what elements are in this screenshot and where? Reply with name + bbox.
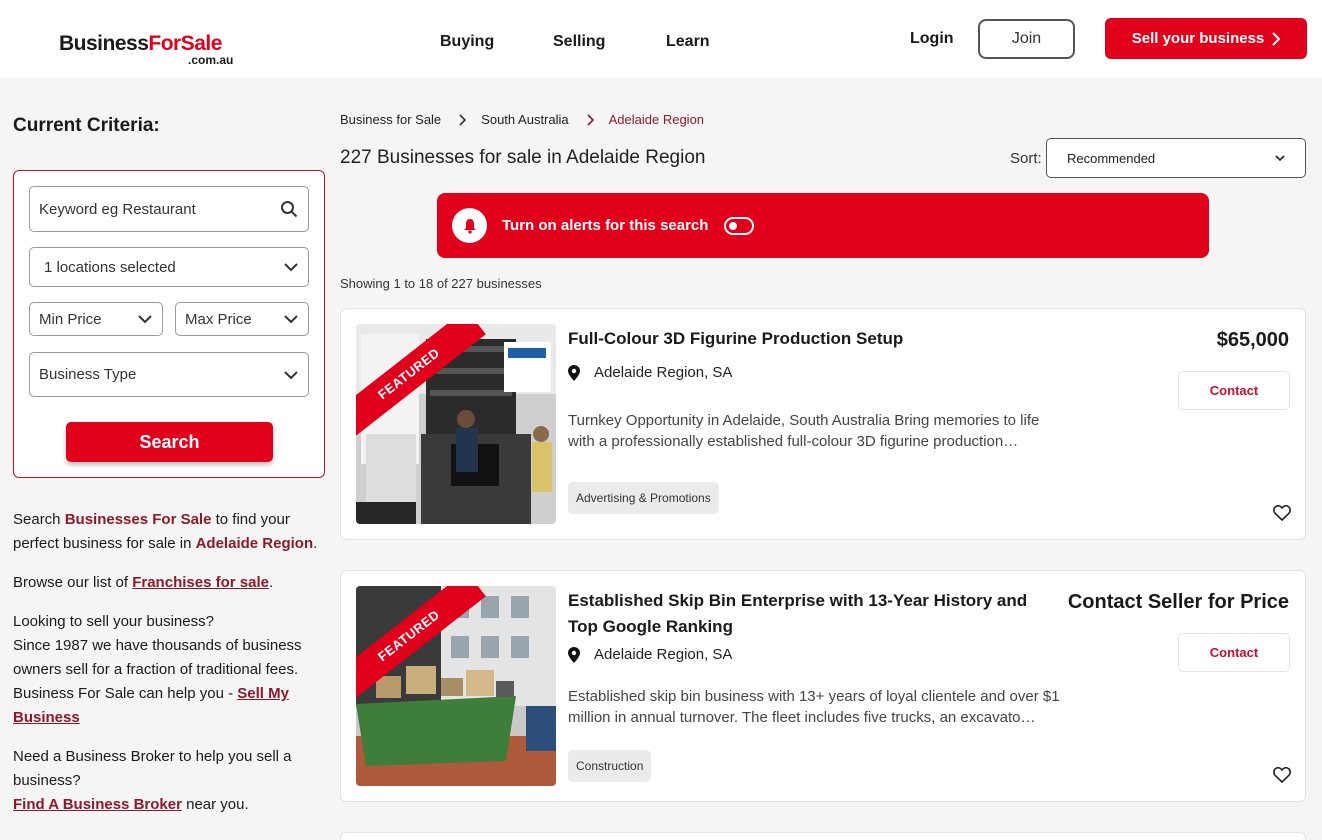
broker-question: Need a Business Broker to help you sell … <box>13 748 292 789</box>
keyword-input[interactable]: Keyword eg Restaurant <box>39 201 280 218</box>
sidebar-franchises: Browse our list of Franchises for sale. <box>13 571 325 595</box>
heart-icon[interactable] <box>1273 505 1291 521</box>
listing-location: Adelaide Region, SA <box>568 364 732 381</box>
sort-value: Recommended <box>1067 150 1156 166</box>
bell-icon <box>463 218 476 234</box>
location-select[interactable]: 1 locations selected <box>29 247 309 287</box>
breadcrumb-south-australia[interactable]: South Australia <box>481 112 568 127</box>
breadcrumb-business-for-sale[interactable]: Business for Sale <box>340 112 441 127</box>
search-button[interactable]: Search <box>66 422 273 462</box>
broker-text: near you. <box>181 796 249 813</box>
listing-card[interactable]: FEATURED Full-Colour 3D Figurine Product… <box>340 308 1306 540</box>
sort-label: Sort: <box>1010 150 1042 167</box>
nav-learn[interactable]: Learn <box>666 33 710 51</box>
sell-button-label: Sell your business <box>1131 30 1265 47</box>
find-broker-link[interactable]: Find A Business Broker <box>13 796 182 813</box>
map-pin-icon <box>568 646 580 663</box>
alert-text: Turn on alerts for this search <box>502 217 709 234</box>
listing-price: Contact Seller for Price <box>1067 591 1289 613</box>
contact-button[interactable]: Contact <box>1178 633 1290 672</box>
filter-panel: Keyword eg Restaurant 1 locations select… <box>13 170 325 478</box>
min-price-select[interactable]: Min Price <box>29 302 163 336</box>
chevron-right-icon <box>459 113 467 126</box>
breadcrumb-adelaide-region[interactable]: Adelaide Region <box>609 112 704 127</box>
site-logo[interactable]: BusinessForSale .com.au <box>59 32 233 67</box>
search-icon[interactable] <box>280 200 298 218</box>
location-text: Adelaide Region, SA <box>594 646 733 663</box>
sell-your-business-button[interactable]: Sell your business <box>1105 18 1307 59</box>
criteria-title: Current Criteria: <box>13 115 160 136</box>
heart-icon[interactable] <box>1273 767 1291 783</box>
chevron-down-icon <box>284 370 298 379</box>
sidebar-sell: Looking to sell your business? Since 198… <box>13 610 325 730</box>
contact-label: Contact <box>1209 645 1259 660</box>
sidebar-intro: Search Businesses For Sale to find your … <box>13 508 325 556</box>
results-count: Showing 1 to 18 of 227 businesses <box>340 276 542 291</box>
brand-name: Businesses For Sale <box>64 511 212 528</box>
logo-domain: .com.au <box>188 53 234 67</box>
search-button-label: Search <box>139 431 200 452</box>
bell-icon-circle <box>452 208 487 243</box>
breadcrumb: Business for Sale South Australia Adelai… <box>340 112 704 127</box>
results-title: 227 Businesses for sale in Adelaide Regi… <box>340 147 706 168</box>
alert-toggle[interactable] <box>724 216 755 235</box>
keyword-field[interactable]: Keyword eg Restaurant <box>29 186 309 232</box>
listing-title[interactable]: Established Skip Bin Enterprise with 13-… <box>568 588 1058 640</box>
business-type-value: Business Type <box>39 366 137 383</box>
intro-text: Search <box>13 511 65 528</box>
listing-description: Established skip bin business with 13+ y… <box>568 688 1060 726</box>
category-tag[interactable]: Construction <box>568 750 652 782</box>
listing-description: Turnkey Opportunity in Adelaide, South A… <box>568 412 1040 450</box>
sell-question: Looking to sell your business? <box>13 613 214 630</box>
map-pin-icon <box>568 364 580 381</box>
search-alert-bar: Turn on alerts for this search <box>437 193 1209 258</box>
listing-card[interactable]: FEATURED Established Skip Bin Enterprise… <box>340 570 1306 802</box>
listing-location: Adelaide Region, SA <box>568 646 732 663</box>
intro-text: . <box>313 535 318 552</box>
chevron-right-icon <box>587 113 594 126</box>
chevron-down-icon <box>138 315 152 324</box>
nav-buying[interactable]: Buying <box>440 33 494 51</box>
sidebar-broker: Need a Business Broker to help you sell … <box>13 745 325 817</box>
join-button[interactable]: Join <box>978 19 1075 59</box>
min-price-value: Min Price <box>39 310 102 328</box>
listing-image[interactable]: FEATURED <box>356 324 556 524</box>
listing-card[interactable] <box>340 832 1306 840</box>
category-tag[interactable]: Advertising & Promotions <box>568 482 719 514</box>
location-select-value: 1 locations selected <box>44 258 176 276</box>
chevron-down-icon <box>1275 155 1285 162</box>
join-label: Join <box>1011 30 1042 47</box>
nav-selling[interactable]: Selling <box>553 33 605 51</box>
logo-wordmark: BusinessForSale <box>59 32 222 55</box>
listing-price: $65,000 <box>1216 329 1289 351</box>
chevron-down-icon <box>284 315 298 324</box>
sort-select[interactable]: Recommended <box>1046 138 1306 178</box>
location-text: Adelaide Region, SA <box>594 364 733 381</box>
site-header: BusinessForSale .com.au Buying Selling L… <box>0 0 1322 78</box>
contact-button[interactable]: Contact <box>1178 371 1290 410</box>
franchises-link[interactable]: Franchises for sale <box>132 574 269 591</box>
franchise-text: Browse our list of <box>13 574 133 591</box>
login-link[interactable]: Login <box>910 30 954 48</box>
max-price-value: Max Price <box>185 310 252 328</box>
max-price-select[interactable]: Max Price <box>175 302 309 336</box>
business-type-select[interactable]: Business Type <box>29 352 309 397</box>
contact-label: Contact <box>1209 383 1259 398</box>
listing-title[interactable]: Full-Colour 3D Figurine Production Setup <box>568 326 1048 352</box>
region-name: Adelaide Region <box>195 535 314 552</box>
chevron-down-icon <box>284 263 298 272</box>
franchise-text: . <box>268 574 274 591</box>
chevron-right-icon <box>1272 31 1281 46</box>
listing-image[interactable]: FEATURED <box>356 586 556 786</box>
